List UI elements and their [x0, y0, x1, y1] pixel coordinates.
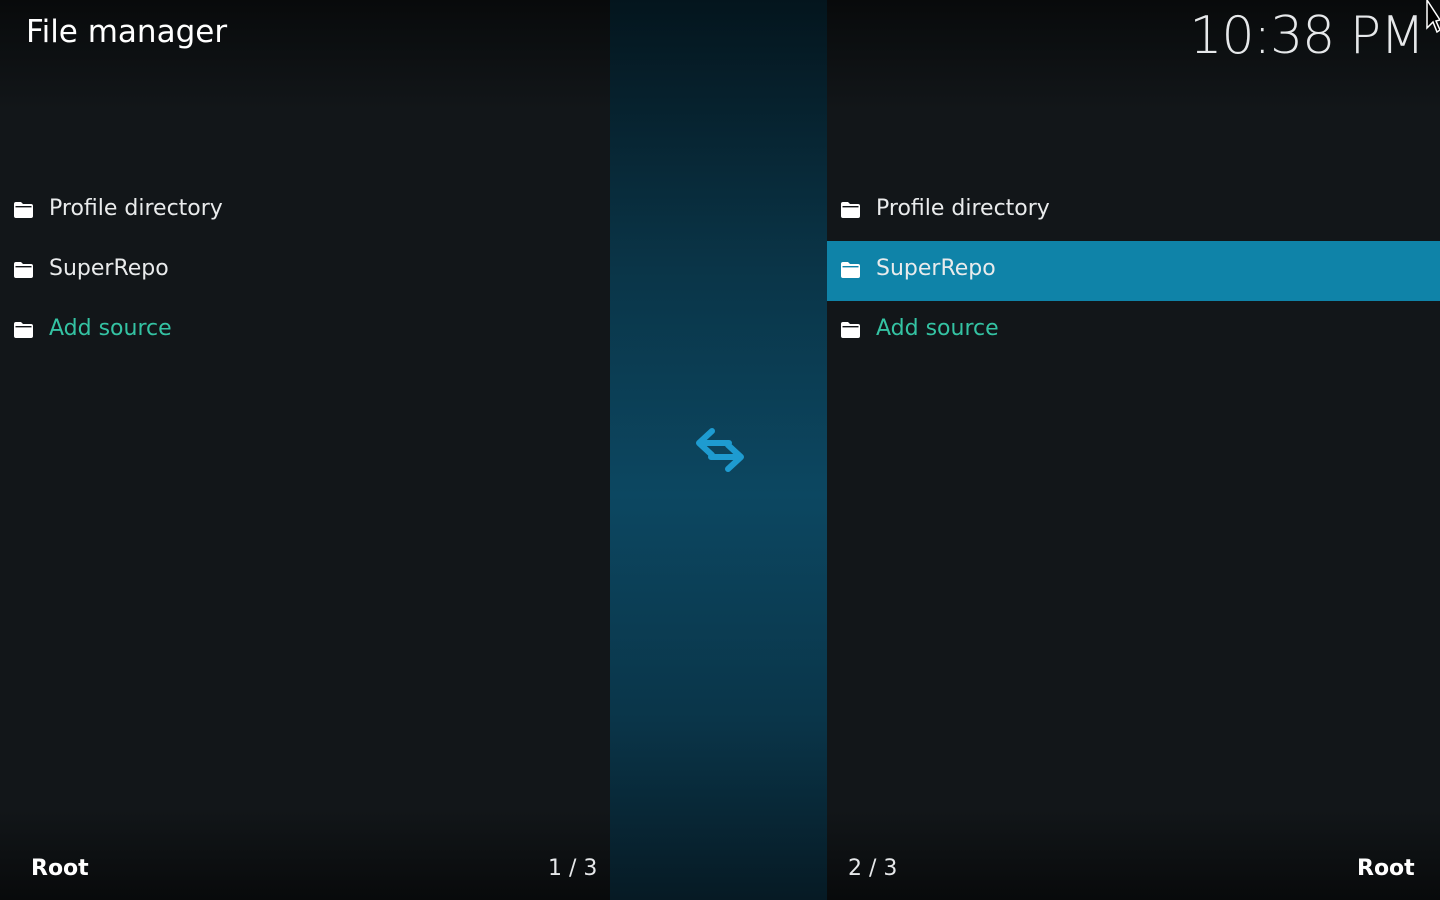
- left-file-pane: Profile directory SuperRepo Add source: [0, 181, 610, 781]
- right-pane-item-count: 2 / 3: [848, 856, 898, 881]
- clock: 10:38 PM: [1189, 6, 1425, 66]
- folder-icon: [14, 262, 33, 278]
- list-item-add-source[interactable]: Add source: [827, 301, 1440, 361]
- list-item-profile-directory[interactable]: Profile directory: [0, 181, 610, 241]
- file-manager-screen: File manager 10:38 PM Profile directory …: [0, 0, 1440, 900]
- list-item-label: Profile directory: [49, 196, 223, 221]
- folder-icon: [841, 262, 860, 278]
- list-item-superrepo[interactable]: SuperRepo: [827, 241, 1440, 301]
- folder-icon: [14, 322, 33, 338]
- list-item-add-source[interactable]: Add source: [0, 301, 610, 361]
- left-pane-item-count: 1 / 3: [548, 856, 598, 881]
- right-pane-path: Root: [1357, 856, 1415, 881]
- list-item-label: SuperRepo: [876, 256, 996, 281]
- left-pane-path: Root: [31, 856, 89, 881]
- mouse-cursor-icon: [1426, 0, 1440, 34]
- list-item-superrepo[interactable]: SuperRepo: [0, 241, 610, 301]
- swap-arrows-icon[interactable]: [694, 427, 746, 473]
- folder-icon: [841, 322, 860, 338]
- list-item-label: Add source: [49, 316, 172, 341]
- list-item-label: Add source: [876, 316, 999, 341]
- page-title: File manager: [26, 14, 228, 50]
- list-item-label: Profile directory: [876, 196, 1050, 221]
- folder-icon: [841, 202, 860, 218]
- list-item-label: SuperRepo: [49, 256, 169, 281]
- folder-icon: [14, 202, 33, 218]
- right-file-pane: Profile directory SuperRepo Add source: [827, 181, 1440, 781]
- list-item-profile-directory[interactable]: Profile directory: [827, 181, 1440, 241]
